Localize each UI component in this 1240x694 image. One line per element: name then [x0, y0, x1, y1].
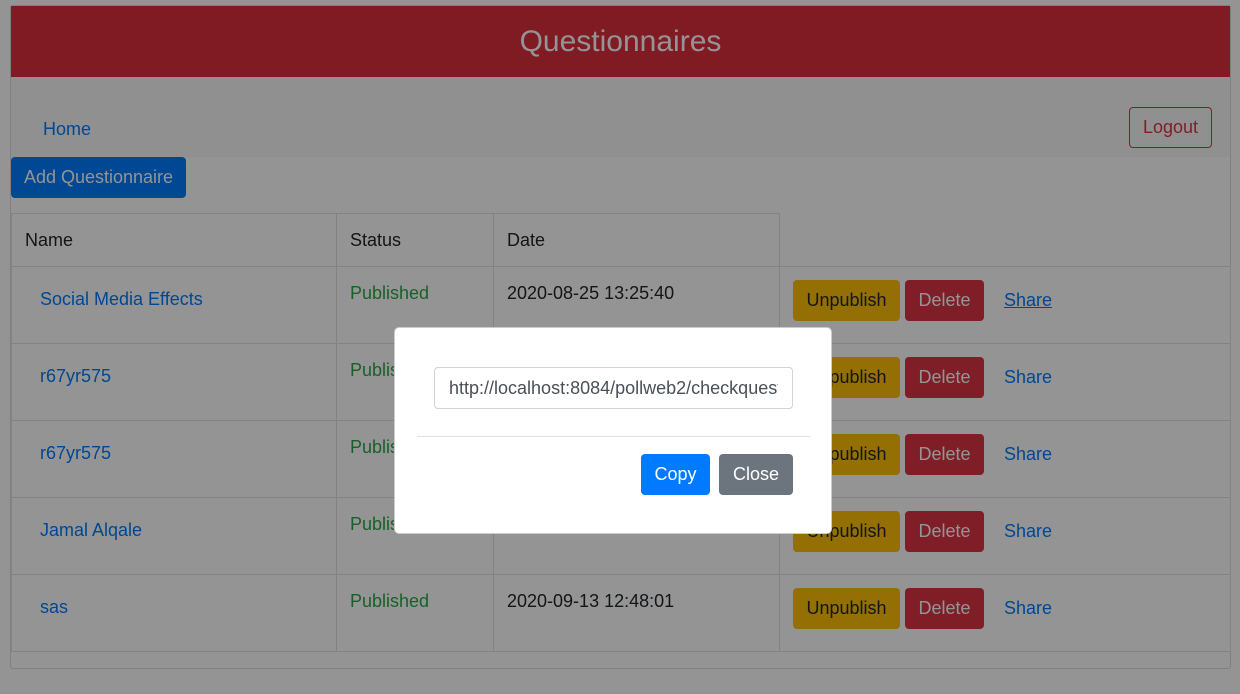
close-button[interactable]: Close	[719, 454, 793, 495]
share-modal: Copy Close	[394, 327, 832, 534]
share-link-input[interactable]	[434, 367, 793, 409]
modal-divider	[417, 436, 810, 437]
copy-button[interactable]: Copy	[641, 454, 710, 495]
